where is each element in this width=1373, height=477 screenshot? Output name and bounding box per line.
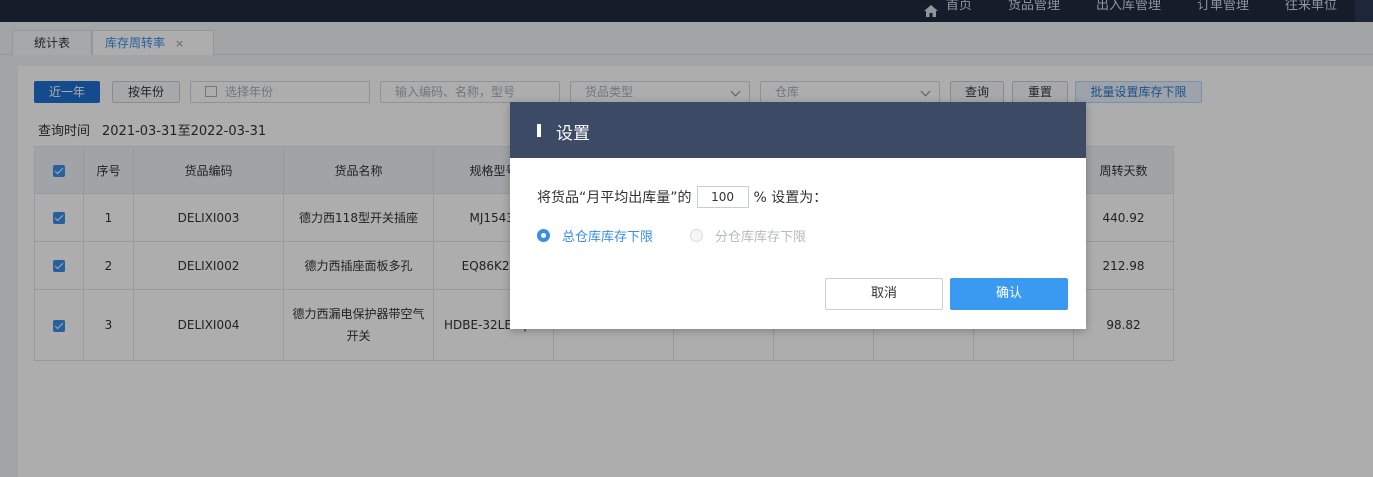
- option-main-warehouse[interactable]: 总仓库库存下限: [537, 226, 653, 245]
- option-sub-label: 分仓库库存下限: [715, 230, 807, 245]
- percent-setting-line: 将货品“月平均出库量”的 100 % 设置为：: [537, 186, 827, 208]
- percent-input[interactable]: 100: [696, 186, 749, 208]
- radio-checked-icon[interactable]: [537, 229, 550, 242]
- title-bar-icon: [537, 124, 541, 137]
- settings-dialog: 设置 将货品“月平均出库量”的 100 % 设置为： 总仓库库存下限 分仓库库存…: [510, 102, 1086, 329]
- dialog-body: 将货品“月平均出库量”的 100 % 设置为： 总仓库库存下限 分仓库库存下限 …: [510, 158, 1086, 329]
- dialog-title: 设置: [556, 124, 590, 144]
- radio-unchecked-icon[interactable]: [690, 229, 703, 242]
- confirm-button[interactable]: 确认: [950, 278, 1068, 310]
- option-sub-warehouse[interactable]: 分仓库库存下限: [690, 226, 806, 245]
- percent-prefix: 将货品“月平均出库量”的: [537, 190, 692, 206]
- option-main-label: 总仓库库存下限: [562, 230, 654, 245]
- percent-suffix: % 设置为：: [753, 190, 828, 206]
- cancel-button[interactable]: 取消: [825, 278, 943, 310]
- dialog-header: 设置: [510, 102, 1086, 158]
